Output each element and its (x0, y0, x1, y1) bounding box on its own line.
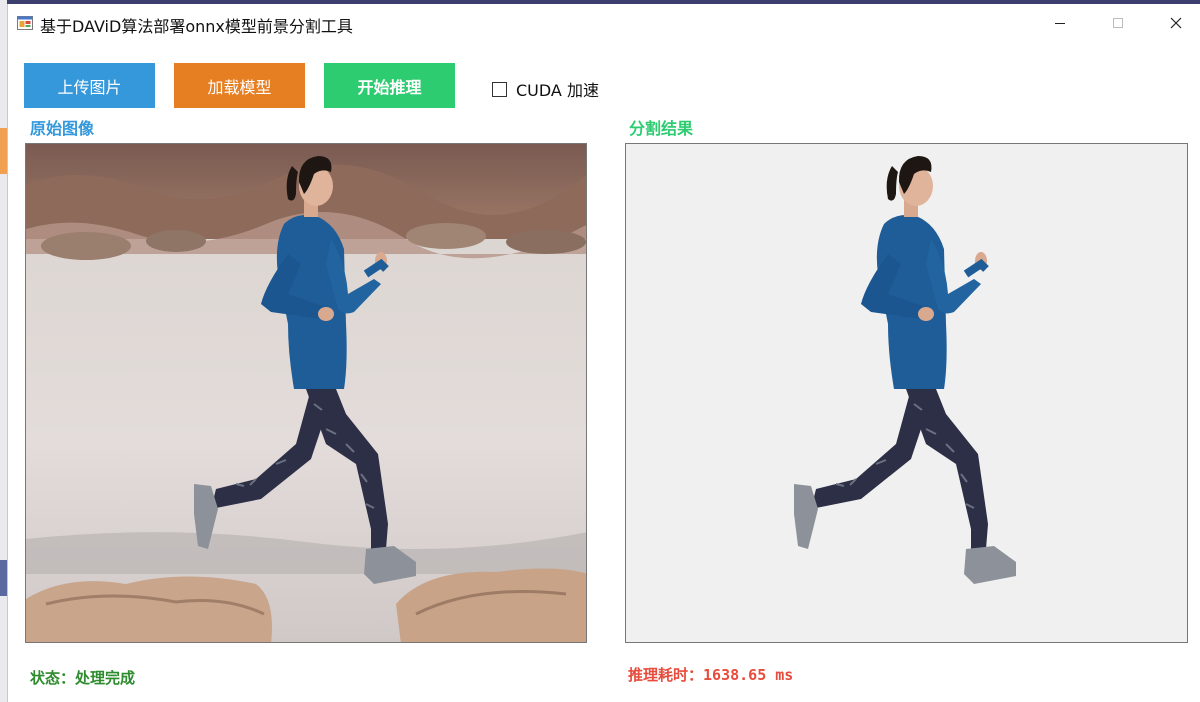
maximize-icon (1113, 18, 1123, 28)
background-accent (0, 128, 7, 174)
run-inference-label: 开始推理 (357, 77, 422, 97)
inference-time-value: 1638.65 ms (703, 666, 794, 684)
inference-time: 推理耗时：1638.65 ms (628, 664, 793, 685)
inference-time-label: 推理耗时： (628, 666, 704, 684)
original-photo (26, 144, 586, 642)
original-image-heading: 原始图像 (30, 119, 95, 138)
load-model-label: 加载模型 (207, 77, 272, 97)
upload-image-button[interactable]: 上传图片 (24, 63, 155, 108)
minimize-icon (1055, 23, 1065, 24)
background-window-edge (0, 0, 7, 702)
upload-image-label: 上传图片 (57, 77, 122, 97)
app-window-icon (17, 16, 33, 30)
close-button[interactable] (1146, 4, 1200, 42)
checkbox-unchecked-icon[interactable] (492, 81, 507, 97)
cuda-checkbox[interactable]: CUDA 加速 (492, 77, 599, 101)
load-model-button[interactable]: 加载模型 (174, 63, 305, 108)
run-inference-button[interactable]: 开始推理 (324, 63, 455, 108)
minimize-button[interactable] (1030, 4, 1090, 42)
original-image-box (25, 143, 587, 643)
result-image-box (625, 143, 1188, 643)
background-accent (0, 560, 7, 596)
segmented-photo (626, 144, 1187, 642)
status-text: 状态：处理完成 (30, 669, 136, 687)
title-bar[interactable]: 基于DAViD算法部署onnx模型前景分割工具 (8, 4, 1200, 42)
cuda-label: CUDA 加速 (516, 81, 599, 100)
window-title: 基于DAViD算法部署onnx模型前景分割工具 (40, 17, 353, 36)
app-window: 基于DAViD算法部署onnx模型前景分割工具 上传图片 加载模型 开始推理 C… (7, 4, 1200, 702)
result-image-heading: 分割结果 (629, 119, 694, 138)
close-icon (1170, 17, 1182, 29)
maximize-button[interactable] (1088, 4, 1148, 42)
